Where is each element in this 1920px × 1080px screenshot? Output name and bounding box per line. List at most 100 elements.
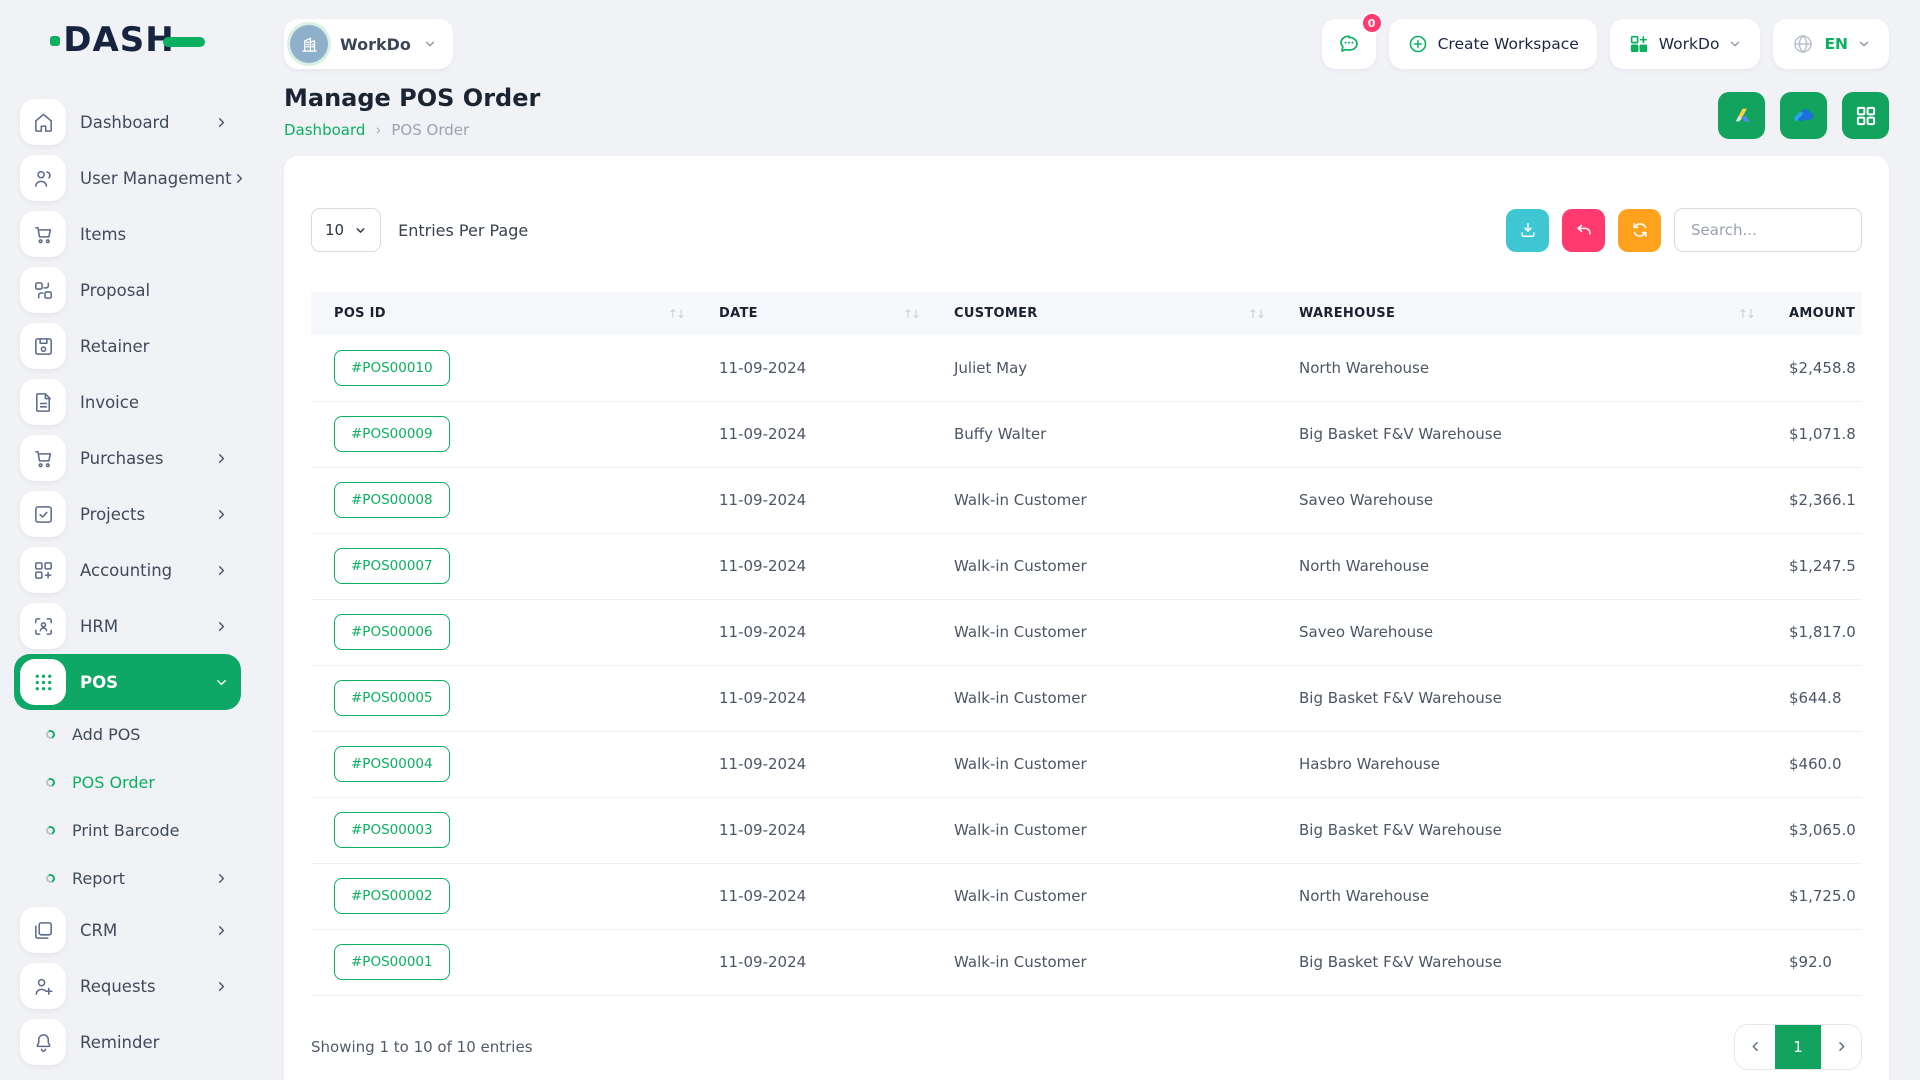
workspace-switcher[interactable]: WorkDo xyxy=(284,19,453,69)
chevron-down-icon xyxy=(214,675,229,690)
pos-id-badge[interactable]: #POS00008 xyxy=(334,482,450,518)
toolbar-actions xyxy=(1506,208,1862,252)
cell-warehouse: Hasbro Warehouse xyxy=(1276,731,1766,797)
floppy-icon xyxy=(20,323,66,369)
cell-date: 11-09-2024 xyxy=(696,533,931,599)
sidebar-subitem-label: Report xyxy=(72,869,125,888)
entries-per-page-select[interactable]: 10 xyxy=(311,208,381,252)
sidebar-item-items[interactable]: Items xyxy=(14,206,241,262)
app-logo[interactable]: DASH xyxy=(0,0,255,80)
sidebar-item-crm[interactable]: CRM xyxy=(14,902,241,958)
sidebar-item-label: POS xyxy=(80,673,118,692)
cell-customer: Walk-in Customer xyxy=(931,665,1276,731)
refresh-icon xyxy=(1630,220,1650,240)
search-input[interactable] xyxy=(1674,208,1862,252)
cell-pos-id: #POS00006 xyxy=(311,599,696,665)
sidebar-item-user-management[interactable]: User Management xyxy=(14,150,241,206)
sidebar-subitem-report[interactable]: Report xyxy=(14,854,241,902)
sidebar-item-dashboard[interactable]: Dashboard xyxy=(14,94,241,150)
table-row[interactable]: #POS0000111-09-2024Walk-in CustomerBig B… xyxy=(311,929,1862,995)
users-icon xyxy=(20,155,66,201)
messages-button[interactable]: 0 xyxy=(1322,19,1376,69)
table-row[interactable]: #POS0000211-09-2024Walk-in CustomerNorth… xyxy=(311,863,1862,929)
table-row[interactable]: #POS0000311-09-2024Walk-in CustomerBig B… xyxy=(311,797,1862,863)
table-row[interactable]: #POS0000611-09-2024Walk-in CustomerSaveo… xyxy=(311,599,1862,665)
cell-date: 11-09-2024 xyxy=(696,467,931,533)
table-row[interactable]: #POS0000511-09-2024Walk-in CustomerBig B… xyxy=(311,665,1862,731)
sort-icon[interactable]: ↑↓ xyxy=(1738,307,1754,321)
language-selector[interactable]: EN xyxy=(1773,19,1889,69)
sidebar-item-retainer[interactable]: Retainer xyxy=(14,318,241,374)
sidebar-subitem-pos-order[interactable]: POS Order xyxy=(14,758,241,806)
pos-id-badge[interactable]: #POS00007 xyxy=(334,548,450,584)
sidebar-item-accounting[interactable]: Accounting xyxy=(14,542,241,598)
sidebar-subitem-label: Add POS xyxy=(72,725,140,744)
current-page[interactable]: 1 xyxy=(1775,1025,1821,1069)
grid-view-button[interactable] xyxy=(1842,92,1889,139)
create-workspace-label: Create Workspace xyxy=(1438,35,1579,53)
column-header-pos-id[interactable]: POS ID↑↓ xyxy=(311,292,696,335)
sidebar-item-label: HRM xyxy=(80,617,118,636)
next-page-button[interactable] xyxy=(1821,1025,1861,1069)
sidebar-item-hrm[interactable]: HRM xyxy=(14,598,241,654)
pos-id-badge[interactable]: #POS00006 xyxy=(334,614,450,650)
pos-id-badge[interactable]: #POS00009 xyxy=(334,416,450,452)
sort-icon[interactable]: ↑↓ xyxy=(668,307,684,321)
cell-amount: $2,458.8 xyxy=(1766,335,1862,401)
table-row[interactable]: #POS0000911-09-2024Buffy WalterBig Baske… xyxy=(311,401,1862,467)
pos-id-badge[interactable]: #POS00004 xyxy=(334,746,450,782)
cell-date: 11-09-2024 xyxy=(696,401,931,467)
create-workspace-button[interactable]: Create Workspace xyxy=(1389,19,1597,69)
refresh-button[interactable] xyxy=(1618,209,1661,252)
reset-button[interactable] xyxy=(1562,209,1605,252)
pos-id-badge[interactable]: #POS00003 xyxy=(334,812,450,848)
pos-id-badge[interactable]: #POS00001 xyxy=(334,944,450,980)
table-row[interactable]: #POS0000411-09-2024Walk-in CustomerHasbr… xyxy=(311,731,1862,797)
page-head: Manage POS Order Dashboard › POS Order xyxy=(255,74,1920,139)
undo-icon xyxy=(1574,220,1594,240)
table-footer: Showing 1 to 10 of 10 entries 1 xyxy=(311,1024,1862,1070)
plus-circle-icon xyxy=(1407,33,1429,55)
table-row[interactable]: #POS0000811-09-2024Walk-in CustomerSaveo… xyxy=(311,467,1862,533)
submenu-bullet-icon xyxy=(45,776,56,787)
sidebar-item-purchases[interactable]: Purchases xyxy=(14,430,241,486)
column-header-date[interactable]: DATE↑↓ xyxy=(696,292,931,335)
sort-icon[interactable]: ↑↓ xyxy=(1248,307,1264,321)
pos-id-badge[interactable]: #POS00002 xyxy=(334,878,450,914)
sidebar-subitem-add-pos[interactable]: Add POS xyxy=(14,710,241,758)
cell-pos-id: #POS00004 xyxy=(311,731,696,797)
sidebar-item-reminder[interactable]: Reminder xyxy=(14,1014,241,1070)
grid-plus-outline-icon xyxy=(20,547,66,593)
language-label: EN xyxy=(1824,35,1848,53)
cell-customer: Juliet May xyxy=(931,335,1276,401)
main-content: Manage POS Order Dashboard › POS Order 1… xyxy=(255,0,1920,1080)
building-icon xyxy=(290,25,328,63)
cell-customer: Buffy Walter xyxy=(931,401,1276,467)
sort-icon[interactable]: ↑↓ xyxy=(903,307,919,321)
column-header-customer[interactable]: CUSTOMER↑↓ xyxy=(931,292,1276,335)
sidebar-item-proposal[interactable]: Proposal xyxy=(14,262,241,318)
breadcrumb-dashboard-link[interactable]: Dashboard xyxy=(284,121,365,139)
table-row[interactable]: #POS0001011-09-2024Juliet MayNorth Wareh… xyxy=(311,335,1862,401)
cell-amount: $2,366.1 xyxy=(1766,467,1862,533)
table-row[interactable]: #POS0000711-09-2024Walk-in CustomerNorth… xyxy=(311,533,1862,599)
sidebar-item-pos[interactable]: POS xyxy=(14,654,241,710)
quick-actions xyxy=(1718,92,1889,139)
sidebar-item-projects[interactable]: Projects xyxy=(14,486,241,542)
cell-warehouse: North Warehouse xyxy=(1276,533,1766,599)
pos-id-badge[interactable]: #POS00005 xyxy=(334,680,450,716)
onedrive-button[interactable] xyxy=(1780,92,1827,139)
sidebar-item-invoice[interactable]: Invoice xyxy=(14,374,241,430)
column-header-warehouse[interactable]: WAREHOUSE↑↓ xyxy=(1276,292,1766,335)
export-button[interactable] xyxy=(1506,209,1549,252)
sidebar-item-requests[interactable]: Requests xyxy=(14,958,241,1014)
pos-id-badge[interactable]: #POS00010 xyxy=(334,350,450,386)
previous-page-button[interactable] xyxy=(1735,1025,1775,1069)
cell-warehouse: North Warehouse xyxy=(1276,863,1766,929)
cell-amount: $1,071.8 xyxy=(1766,401,1862,467)
workspace-menu-button[interactable]: WorkDo xyxy=(1610,19,1761,69)
cell-customer: Walk-in Customer xyxy=(931,929,1276,995)
sidebar-subitem-print-barcode[interactable]: Print Barcode xyxy=(14,806,241,854)
google-drive-button[interactable] xyxy=(1718,92,1765,139)
topbar-right: 0 Create Workspace WorkDo EN xyxy=(1322,19,1889,69)
